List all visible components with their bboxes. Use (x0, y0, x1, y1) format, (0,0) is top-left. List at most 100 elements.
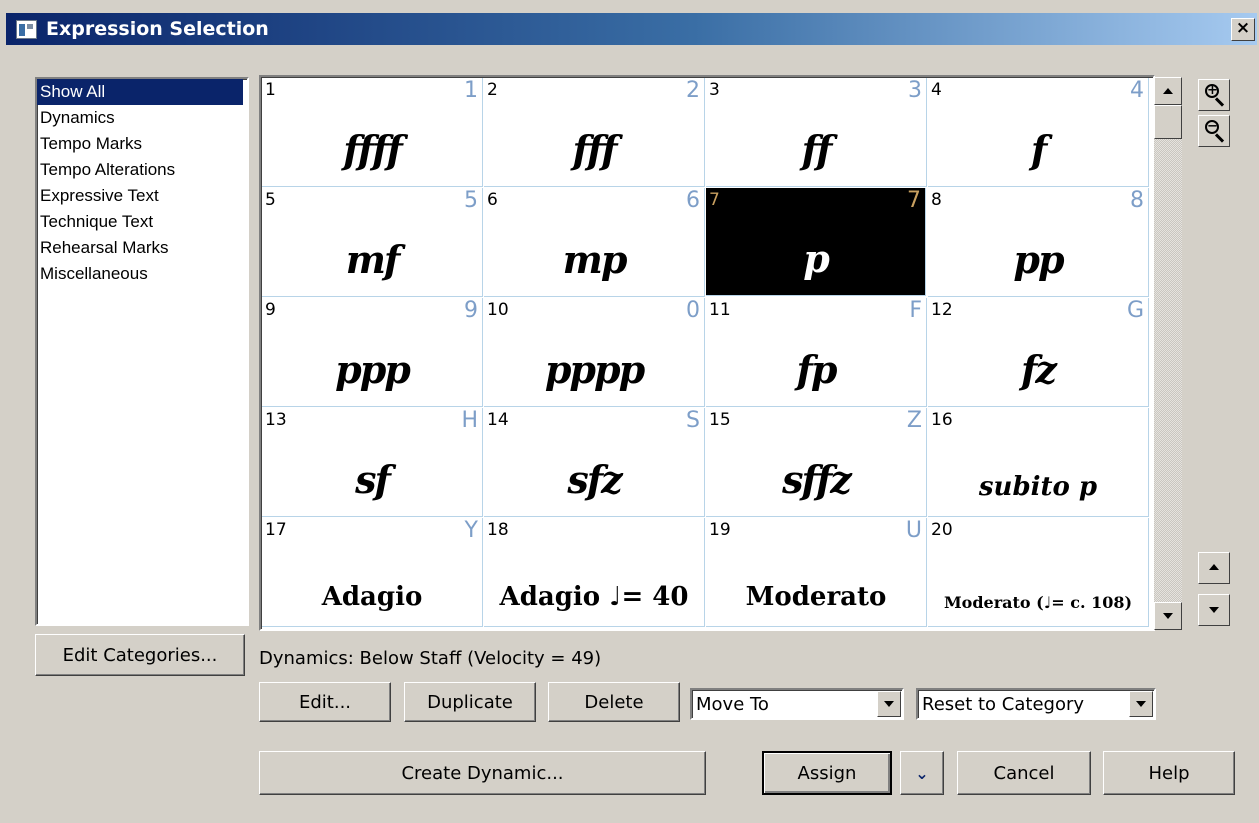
title-bar[interactable]: Expression Selection × (6, 13, 1257, 45)
expression-number: 9 (265, 300, 276, 320)
delete-button[interactable]: Delete (548, 682, 680, 722)
shortcut-key: F (909, 298, 922, 323)
category-list[interactable]: Show All Dynamics Tempo Marks Tempo Alterat… (35, 77, 249, 626)
expression-cell[interactable]: 5 5 mf (262, 188, 483, 297)
shortcut-key: 1 (464, 78, 478, 103)
create-dynamic-button[interactable]: Create Dynamic... (259, 751, 706, 795)
category-item[interactable]: Miscellaneous (37, 261, 247, 287)
expression-glyph: Adagio (321, 582, 423, 612)
assign-menu-button[interactable]: ⌄ (900, 751, 944, 795)
cancel-button[interactable]: Cancel (957, 751, 1091, 795)
expression-number: 13 (265, 410, 287, 430)
window-title: Expression Selection (46, 18, 269, 40)
expression-cell[interactable]: 16 subito p (928, 408, 1149, 517)
expression-cell[interactable]: 10 0 pppp (484, 298, 705, 407)
expression-cell[interactable]: 6 6 mp (484, 188, 705, 297)
category-item[interactable]: Tempo Alterations (37, 157, 247, 183)
close-button[interactable]: × (1231, 18, 1255, 41)
category-item[interactable]: Tempo Marks (37, 131, 247, 157)
expression-cell[interactable]: 11 Ffp (706, 298, 927, 407)
shortcut-key: 2 (686, 78, 700, 103)
expression-glyph: sffz (782, 457, 852, 502)
scroll-thumb[interactable] (1154, 105, 1182, 139)
chevron-down-icon: ⌄ (915, 763, 929, 783)
expression-glyph: fff (572, 127, 617, 172)
category-item[interactable]: Rehearsal Marks (37, 235, 247, 261)
edit-button[interactable]: Edit... (259, 682, 391, 722)
chevron-down-icon (884, 701, 894, 707)
category-item[interactable]: Expressive Text (37, 183, 247, 209)
expression-glyph: pp (1013, 237, 1064, 282)
duplicate-button[interactable]: Duplicate (404, 682, 536, 722)
expression-glyph: subito p (978, 472, 1098, 502)
expression-glyph: mf (345, 237, 401, 282)
grid-scrollbar[interactable] (1154, 77, 1182, 630)
zoom-out-button[interactable]: − (1198, 115, 1230, 147)
page-down-button[interactable] (1198, 594, 1230, 626)
expression-number: 7 (709, 190, 720, 210)
reset-value: Reset to Category (922, 694, 1085, 715)
expression-number: 15 (709, 410, 731, 430)
shortcut-key: S (686, 408, 700, 433)
expression-cell[interactable]: 12 Gfz (928, 298, 1149, 407)
expression-cell[interactable]: 3 3 ff (706, 78, 927, 187)
expression-glyph: Moderato (745, 582, 887, 612)
expression-number: 2 (487, 80, 498, 100)
edit-categories-button[interactable]: Edit Categories... (35, 634, 245, 676)
expression-cell[interactable]: 14 Ssfz (484, 408, 705, 517)
assign-button[interactable]: Assign (762, 751, 892, 795)
expression-cell[interactable]: 17 Y Adagio (262, 518, 483, 627)
shortcut-key: U (905, 518, 922, 543)
expression-number: 4 (931, 80, 942, 100)
expression-cell[interactable]: 19 U Moderato (706, 518, 927, 627)
chevron-down-icon (1136, 701, 1146, 707)
expression-number: 11 (709, 300, 731, 320)
category-item[interactable]: Technique Text (37, 209, 247, 235)
scroll-up-button[interactable] (1154, 77, 1182, 105)
expression-glyph: ff (801, 127, 833, 172)
expression-number: 5 (265, 190, 276, 210)
expression-grid[interactable]: 1 1 ffff 2 2 fff 3 3 ff 4 4 f 5 5 mf 6 6 mp 7 7 p 8 8 pp 9 9 ppp 10… (259, 75, 1155, 631)
expression-glyph: sfz (567, 457, 622, 502)
expression-glyph: sf (355, 457, 391, 502)
move-to-select[interactable]: Move To (690, 688, 904, 720)
category-item[interactable]: Show All (37, 79, 243, 105)
expression-number: 17 (265, 520, 287, 540)
expression-number: 10 (487, 300, 509, 320)
expression-cell[interactable]: 20 Moderato (♩= c. 108) (928, 518, 1149, 627)
zoom-in-icon: + (1205, 83, 1219, 98)
help-button[interactable]: Help (1103, 751, 1235, 795)
expression-cell[interactable]: 13 Hsf (262, 408, 483, 517)
expression-cell[interactable]: 4 4 f (928, 78, 1149, 187)
zoom-in-button[interactable]: + (1198, 79, 1230, 111)
expression-number: 6 (487, 190, 498, 210)
shortcut-key: 9 (464, 298, 478, 323)
arrow-down-icon (1163, 613, 1173, 619)
expression-cell[interactable]: 8 8 pp (928, 188, 1149, 297)
expression-number: 12 (931, 300, 953, 320)
expression-cell[interactable]: 2 2 fff (484, 78, 705, 187)
expression-cell[interactable]: 1 1 ffff (262, 78, 483, 187)
arrow-up-icon (1163, 88, 1173, 94)
expression-cell[interactable]: 15 Zsffz (706, 408, 927, 517)
status-text: Dynamics: Below Staff (Velocity = 49) (259, 648, 602, 669)
expression-number: 14 (487, 410, 509, 430)
scroll-down-button[interactable] (1154, 602, 1182, 630)
expression-number: 20 (931, 520, 953, 540)
arrow-down-icon (1209, 607, 1219, 613)
category-item[interactable]: Dynamics (37, 105, 247, 131)
expression-cell[interactable]: 7 7 p (706, 188, 926, 296)
expression-glyph: fz (1021, 347, 1057, 392)
dropdown-arrow-button[interactable] (877, 691, 901, 717)
expression-glyph: ppp (335, 347, 411, 392)
expression-cell[interactable]: 9 9 ppp (262, 298, 483, 407)
page-up-button[interactable] (1198, 552, 1230, 584)
expression-glyph: p (803, 236, 830, 281)
expression-glyph: mp (562, 237, 628, 282)
expression-number: 3 (709, 80, 720, 100)
dropdown-arrow-button[interactable] (1129, 691, 1153, 717)
arrow-up-icon (1209, 564, 1219, 570)
expression-number: 16 (931, 410, 953, 430)
expression-cell[interactable]: 18 Adagio ♩= 40 (484, 518, 705, 627)
reset-to-category-select[interactable]: Reset to Category (916, 688, 1156, 720)
